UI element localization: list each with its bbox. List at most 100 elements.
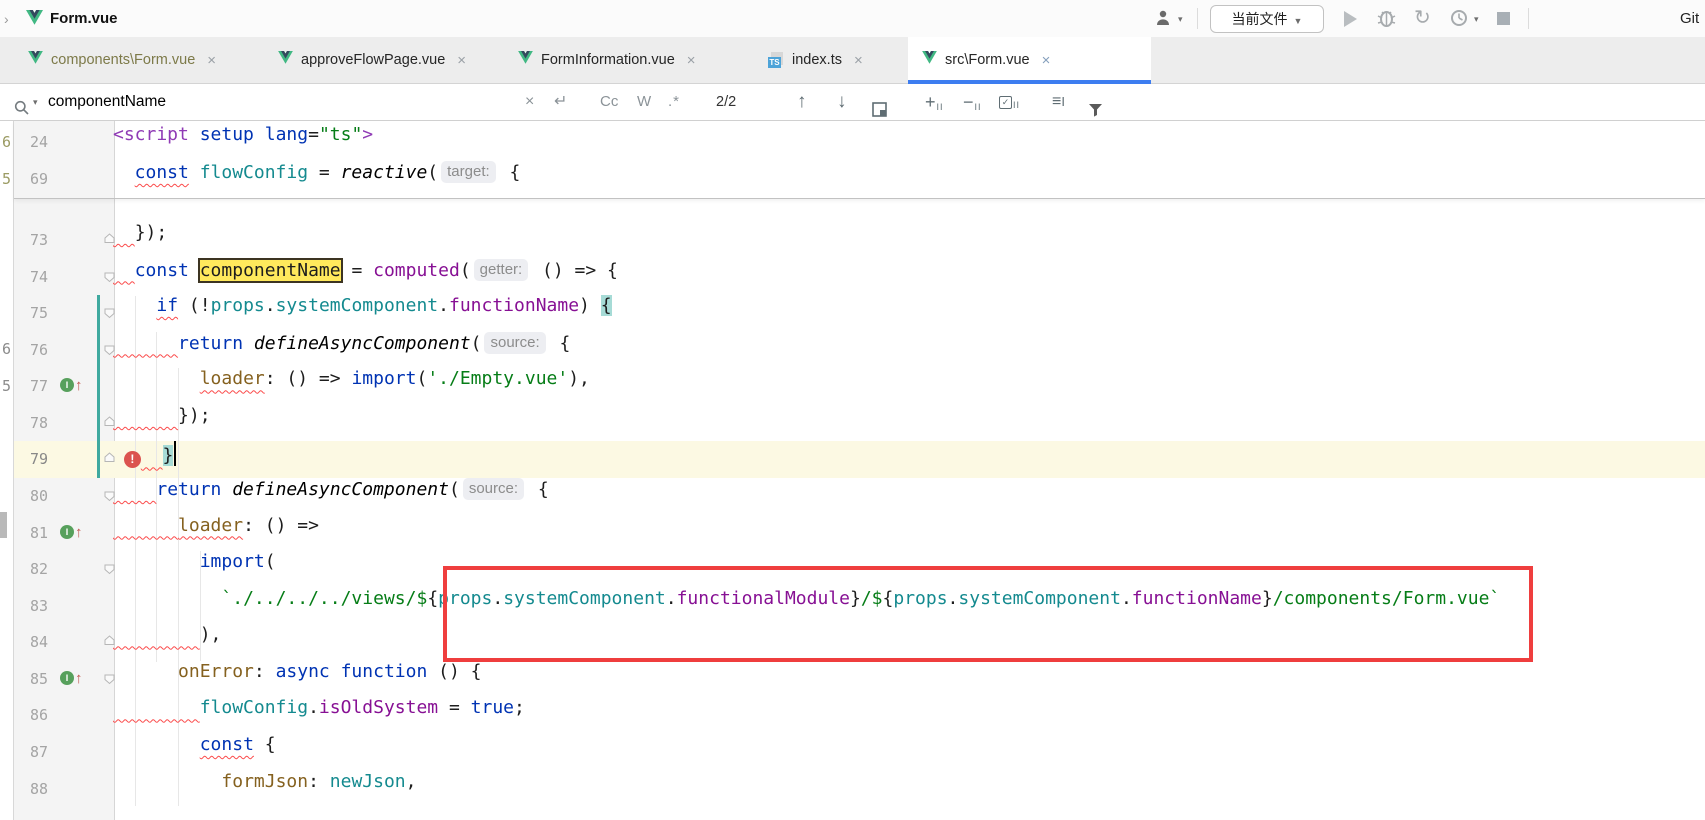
line-number[interactable]: 80 — [14, 478, 48, 515]
code-token: reactive — [341, 162, 428, 183]
select-all-occurrences-button[interactable]: ✓II — [999, 84, 1020, 123]
code-line-73[interactable]: }); — [113, 222, 167, 259]
tab-close-icon[interactable]: × — [687, 52, 696, 69]
code-token: ( — [471, 333, 482, 354]
code-line-87[interactable]: const { — [113, 734, 276, 771]
code-token — [113, 405, 178, 426]
debug-button[interactable] — [1377, 8, 1396, 33]
code-line-81[interactable]: loader: () => — [113, 515, 319, 552]
line-number[interactable]: 83 — [14, 588, 48, 625]
rerun-icon[interactable]: ↻ — [1414, 5, 1431, 30]
line-number[interactable]: 24 — [14, 124, 48, 161]
code-token: formJson — [221, 771, 308, 792]
line-number[interactable]: 82 — [14, 551, 48, 588]
whole-words-toggle[interactable]: W — [637, 84, 651, 120]
code-line-24[interactable]: <script setup lang="ts"> — [113, 124, 373, 161]
line-number[interactable]: 73 — [14, 222, 48, 259]
search-options-caret-icon[interactable]: ▾ — [33, 84, 38, 120]
code-line-76[interactable]: return defineAsyncComponent(source: { — [113, 332, 570, 369]
implemented-gutter-icon[interactable]: I↑ — [60, 377, 90, 395]
code-token — [113, 479, 156, 500]
newline-icon[interactable]: ↵ — [554, 84, 567, 120]
code-token: : — [308, 771, 330, 792]
tab-close-icon[interactable]: × — [457, 52, 466, 69]
user-dropdown-caret-icon[interactable]: ▾ — [1178, 14, 1183, 25]
line-number[interactable]: 84 — [14, 624, 48, 661]
code-token — [113, 333, 178, 354]
code-token: computed — [373, 260, 460, 281]
line-number[interactable]: 75 — [14, 295, 48, 332]
code-line-79[interactable]: ! } — [113, 441, 176, 478]
tab-label: FormInformation.vue — [541, 52, 675, 68]
line-number[interactable]: 87 — [14, 734, 48, 771]
search-input[interactable]: componentName — [48, 84, 166, 120]
add-occurrence-button[interactable]: +II — [925, 84, 944, 125]
tab-approveflowpage-vue[interactable]: approveFlowPage.vue× — [264, 37, 504, 83]
vcs-change-marker[interactable] — [97, 295, 100, 478]
tab-close-icon[interactable]: × — [854, 52, 863, 69]
code-line-88[interactable]: formJson: newJson, — [113, 771, 416, 808]
code-token: `./../../../views/ — [221, 588, 416, 609]
line-number[interactable]: 78 — [14, 405, 48, 442]
code-line-75[interactable]: if (!props.systemComponent.functionName)… — [113, 295, 612, 332]
tab-index-ts[interactable]: TSindex.ts× — [754, 37, 908, 83]
code-token: (! — [178, 295, 211, 316]
code-token: defineAsyncComponent — [232, 479, 449, 500]
tab-close-icon[interactable]: × — [207, 52, 216, 69]
run-configuration-select[interactable]: 当前文件▼ — [1210, 5, 1324, 33]
line-number[interactable]: 77 — [14, 368, 48, 405]
code-line-80[interactable]: return defineAsyncComponent(source: { — [113, 478, 549, 515]
tab-components-form-vue[interactable]: components\Form.vue× — [14, 37, 264, 83]
tab-close-icon[interactable]: × — [1042, 52, 1051, 69]
clear-search-icon[interactable]: × — [525, 84, 534, 120]
code-token: loader — [178, 515, 243, 536]
code-token: : () => — [265, 368, 352, 389]
tab-forminformation-vue[interactable]: FormInformation.vue × — [504, 37, 754, 83]
stop-button[interactable] — [1497, 12, 1510, 25]
code-token: onError — [178, 661, 254, 682]
regex-toggle[interactable]: .* — [668, 84, 680, 120]
user-icon[interactable] — [1155, 9, 1173, 31]
line-number[interactable]: 69 — [14, 161, 48, 198]
code-line-84[interactable]: ), — [113, 624, 221, 661]
code-editor[interactable]: 6565 73 });74 const componentName = comp… — [0, 121, 1705, 820]
implemented-gutter-icon[interactable]: I↑ — [60, 524, 90, 542]
match-case-toggle[interactable]: Cc — [600, 84, 618, 120]
code-line-82[interactable]: import( — [113, 551, 276, 588]
run-button[interactable] — [1344, 11, 1357, 27]
error-bulb-icon: ! — [124, 451, 141, 468]
code-token: "ts" — [319, 124, 362, 145]
line-number[interactable]: 85 — [14, 661, 48, 698]
code-line-85[interactable]: onError: async function () { — [113, 661, 481, 698]
line-number[interactable]: 86 — [14, 697, 48, 734]
remove-occurrence-button[interactable]: −II — [963, 84, 982, 125]
code-line-78[interactable]: }); — [113, 405, 211, 442]
line-number[interactable]: 76 — [14, 332, 48, 369]
line-number[interactable]: 81 — [14, 515, 48, 552]
filter-search-lines-button[interactable]: ≡I — [1052, 84, 1065, 120]
code-line-69[interactable]: const flowConfig = reactive(target: { — [113, 161, 520, 198]
code-line-86[interactable]: flowConfig.isOldSystem = true; — [113, 697, 525, 734]
profiler-caret-icon[interactable]: ▾ — [1474, 14, 1479, 25]
line-number[interactable]: 74 — [14, 259, 48, 296]
tab-src-form-vue[interactable]: src\Form.vue× — [908, 37, 1151, 83]
profiler-clock-icon[interactable] — [1450, 9, 1468, 32]
window-title: Form.vue — [50, 0, 118, 37]
git-menu[interactable]: Git — [1680, 0, 1699, 37]
sticky-lines-panel: 24 <script setup lang="ts"> 69 const flowCo… — [14, 121, 1705, 199]
code-line-74[interactable]: const componentName = computed(getter: (… — [113, 259, 618, 296]
code-line-77[interactable]: loader: () => import('./Empty.vue'), — [113, 368, 590, 405]
implemented-gutter-icon[interactable]: I↑ — [60, 670, 90, 688]
code-token: ) — [579, 295, 601, 316]
left-scrollbar-thumb[interactable] — [0, 512, 7, 538]
find-bar: ▾ componentName × ↵ Cc W .* 2/2 ↑ ↓ +II … — [0, 84, 1705, 121]
code-token: ( — [449, 479, 460, 500]
vue-file-icon — [28, 51, 43, 69]
line-number[interactable]: 79 — [14, 441, 48, 478]
next-match-button[interactable]: ↓ — [837, 84, 847, 120]
code-token: { — [527, 479, 549, 500]
code-token — [189, 260, 200, 281]
previous-match-button[interactable]: ↑ — [797, 84, 807, 120]
line-number[interactable]: 88 — [14, 771, 48, 808]
code-token: ( — [416, 368, 427, 389]
